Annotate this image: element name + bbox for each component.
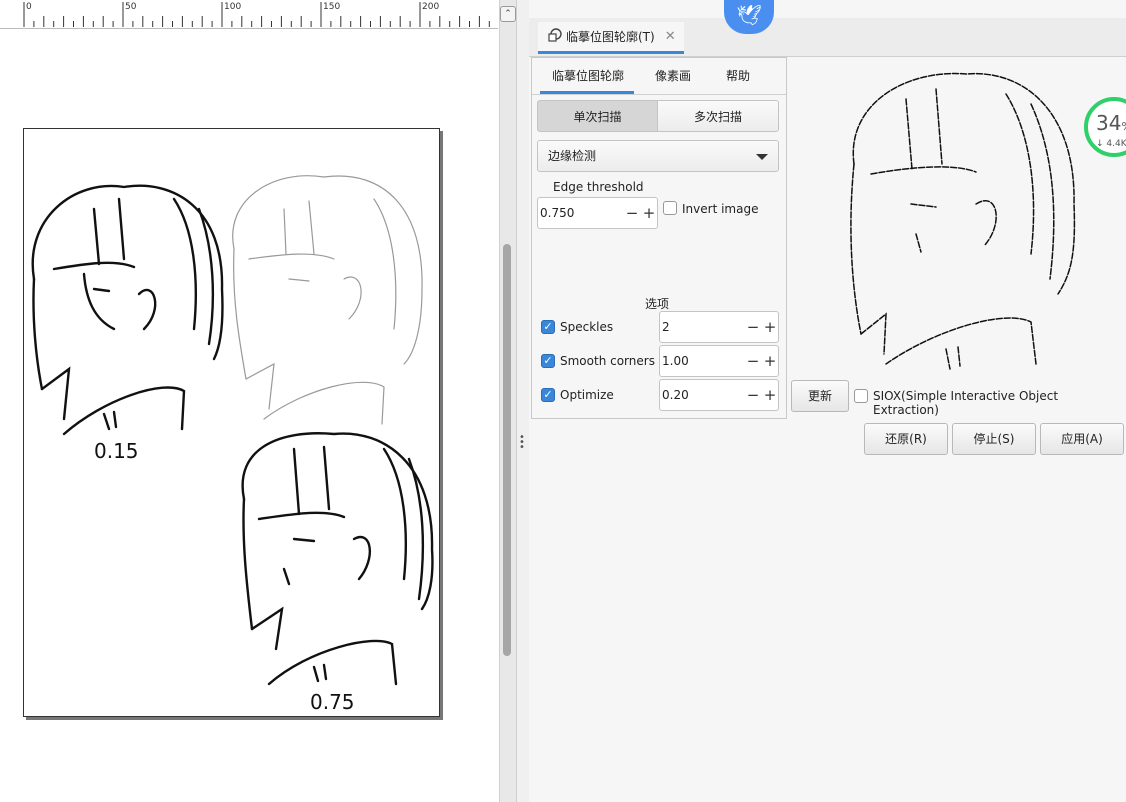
sketch-bold-bottom bbox=[241, 432, 434, 686]
detection-mode-value: 边缘检测 bbox=[548, 149, 597, 163]
dock-tab-label: 临摹位图轮廓(T) bbox=[566, 30, 655, 44]
drag-handle-icon[interactable]: • • • bbox=[519, 433, 525, 453]
siox-label[interactable]: SIOX(Simple Interactive Object Extractio… bbox=[873, 389, 1126, 417]
ruler-label-200: 200 bbox=[422, 2, 440, 12]
badge-percent-unit: % bbox=[1121, 120, 1126, 133]
invert-image-checkbox[interactable] bbox=[663, 201, 677, 215]
decrement-button[interactable]: − bbox=[745, 346, 761, 376]
tab-pixel-art[interactable]: 像素画 bbox=[642, 58, 704, 94]
threshold-label-high: 0.75 bbox=[310, 690, 355, 714]
sketch-faint-top bbox=[232, 175, 423, 425]
badge-percent-value: 34 bbox=[1096, 111, 1122, 135]
reset-button[interactable]: 还原(R) bbox=[864, 423, 948, 455]
optimize-spinner[interactable]: 0.20 − + bbox=[659, 379, 779, 411]
tab-trace-bitmap[interactable]: 临摹位图轮廓 bbox=[540, 58, 636, 94]
dock-tab-trace-bitmap[interactable]: 临摹位图轮廓(T) ✕ bbox=[538, 22, 684, 54]
ruler-label-50: 50 bbox=[125, 2, 137, 12]
decrement-button[interactable]: − bbox=[624, 198, 640, 228]
decrement-button[interactable]: − bbox=[745, 312, 761, 342]
horizontal-ruler: 0 50 100 150 200 bbox=[0, 0, 498, 29]
tab-help[interactable]: 帮助 bbox=[710, 58, 766, 94]
increment-button[interactable]: + bbox=[762, 346, 778, 376]
single-scan-button[interactable]: 单次扫描 bbox=[537, 100, 658, 132]
chevron-down-icon bbox=[756, 154, 768, 160]
canvas-page[interactable]: 0.15 0.75 bbox=[23, 128, 440, 717]
smooth-corners-checkbox[interactable]: ✓ bbox=[541, 354, 555, 368]
ruler-label-100: 100 bbox=[224, 2, 242, 12]
optimize-checkbox[interactable]: ✓ bbox=[541, 388, 555, 402]
ruler-label-0: 0 bbox=[26, 2, 32, 12]
increment-button[interactable]: + bbox=[762, 380, 778, 410]
invert-image-label[interactable]: Invert image bbox=[682, 202, 758, 216]
multi-scan-button[interactable]: 多次扫描 bbox=[657, 100, 779, 132]
detection-mode-select[interactable]: 边缘检测 bbox=[537, 140, 779, 172]
stop-button[interactable]: 停止(S) bbox=[952, 423, 1036, 455]
increment-button[interactable]: + bbox=[762, 312, 778, 342]
edge-threshold-value[interactable]: 0.750 bbox=[540, 198, 574, 228]
trace-bitmap-dialog: 临摹位图轮廓 像素画 帮助 单次扫描 多次扫描 边缘检测 Edge thresh… bbox=[531, 57, 787, 419]
panel-divider[interactable] bbox=[516, 0, 530, 802]
badge-percent: 34% bbox=[1096, 111, 1126, 135]
trace-preview bbox=[826, 64, 1084, 384]
optimize-label[interactable]: Optimize bbox=[560, 388, 614, 402]
scrollbar-thumb[interactable] bbox=[503, 244, 511, 656]
smooth-corners-label[interactable]: Smooth corners bbox=[560, 354, 655, 368]
speckles-label[interactable]: Speckles bbox=[560, 320, 613, 334]
apply-button[interactable]: 应用(A) bbox=[1040, 423, 1124, 455]
threshold-label-low: 0.15 bbox=[94, 439, 139, 463]
edge-threshold-label: Edge threshold bbox=[553, 180, 644, 194]
ruler-label-150: 150 bbox=[323, 2, 341, 12]
smooth-corners-spinner[interactable]: 1.00 − + bbox=[659, 345, 779, 377]
speckles-spinner[interactable]: 2 − + bbox=[659, 311, 779, 343]
scroll-to-top-button[interactable]: ⌃ bbox=[500, 6, 516, 22]
speckles-checkbox[interactable]: ✓ bbox=[541, 320, 555, 334]
update-button[interactable]: 更新 bbox=[791, 380, 849, 412]
edge-threshold-spinner[interactable]: 0.750 − + bbox=[537, 197, 658, 229]
increment-button[interactable]: + bbox=[641, 198, 657, 228]
sketch-bold-top bbox=[31, 184, 224, 436]
optimize-value[interactable]: 0.20 bbox=[662, 380, 689, 410]
trace-bitmap-icon bbox=[548, 28, 562, 45]
tab-divider bbox=[532, 94, 786, 95]
siox-checkbox[interactable] bbox=[854, 389, 868, 403]
preview-image bbox=[850, 72, 1076, 370]
options-heading: 选项 bbox=[645, 297, 670, 311]
close-icon[interactable]: ✕ bbox=[665, 29, 676, 44]
decrement-button[interactable]: − bbox=[745, 380, 761, 410]
speckles-value[interactable]: 2 bbox=[662, 312, 670, 342]
sketch-drawings bbox=[31, 175, 434, 686]
badge-rate: ↓ 4.4K/ bbox=[1096, 139, 1126, 149]
smooth-corners-value[interactable]: 1.00 bbox=[662, 346, 689, 376]
